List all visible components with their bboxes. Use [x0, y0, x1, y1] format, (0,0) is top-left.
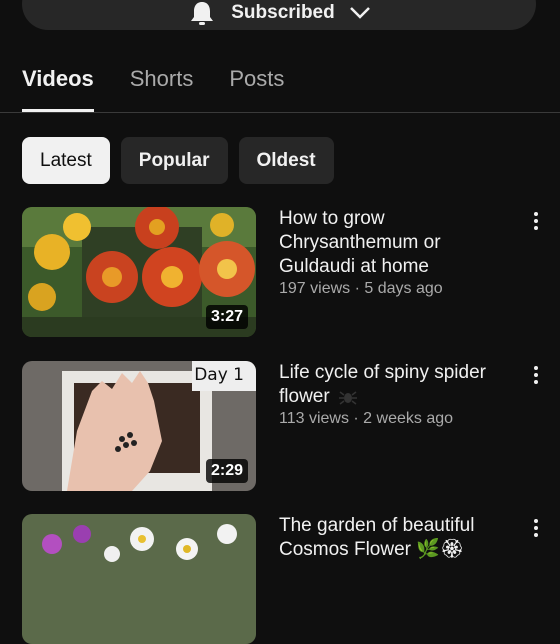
tab-shorts[interactable]: Shorts	[130, 60, 194, 112]
chip-oldest[interactable]: Oldest	[238, 137, 334, 184]
video-thumbnail[interactable]: Day 1 2:29	[22, 361, 256, 491]
sort-chips: Latest Popular Oldest	[22, 137, 334, 184]
cosmos-thumbnail-image	[22, 514, 256, 644]
video-title[interactable]: Life cycle of spiny spider flower	[279, 361, 511, 409]
tab-divider	[0, 112, 560, 113]
video-title[interactable]: The garden of beautiful Cosmos Flower 🌿🏵	[279, 514, 511, 562]
chevron-down-icon	[349, 7, 370, 19]
subscribed-label: Subscribed	[231, 2, 335, 23]
video-thumbnail[interactable]: 3:27	[22, 207, 256, 337]
tab-videos[interactable]: Videos	[22, 60, 94, 112]
channel-tabs: Videos Shorts Posts	[22, 60, 560, 112]
video-duration: 3:27	[205, 305, 248, 329]
video-title-text: Life cycle of spiny spider flower	[279, 362, 486, 407]
video-title[interactable]: How to grow Chrysanthemum or Guldaudi at…	[279, 207, 511, 279]
more-options-icon[interactable]	[528, 363, 544, 387]
more-options-icon[interactable]	[528, 516, 544, 540]
video-thumbnail[interactable]	[22, 514, 256, 644]
video-duration: 2:29	[205, 459, 248, 483]
video-item[interactable]: The garden of beautiful Cosmos Flower 🌿🏵	[22, 514, 558, 644]
spider-icon	[338, 391, 357, 405]
chip-popular[interactable]: Popular	[120, 137, 228, 184]
video-meta: 113 views · 2 weeks ago	[279, 410, 454, 427]
video-meta: 197 views · 5 days ago	[279, 280, 443, 297]
subscribed-button[interactable]: Subscribed	[22, 0, 536, 30]
video-item[interactable]: 3:27 How to grow Chrysanthemum or Guldau…	[22, 207, 558, 337]
bell-icon	[191, 2, 214, 25]
chip-latest[interactable]: Latest	[22, 137, 110, 184]
tab-posts[interactable]: Posts	[229, 60, 284, 112]
more-options-icon[interactable]	[528, 209, 544, 233]
video-item[interactable]: Day 1 2:29 Life cycle of spiny spider fl…	[22, 361, 558, 491]
thumbnail-overlay-text: Day 1	[194, 365, 244, 385]
